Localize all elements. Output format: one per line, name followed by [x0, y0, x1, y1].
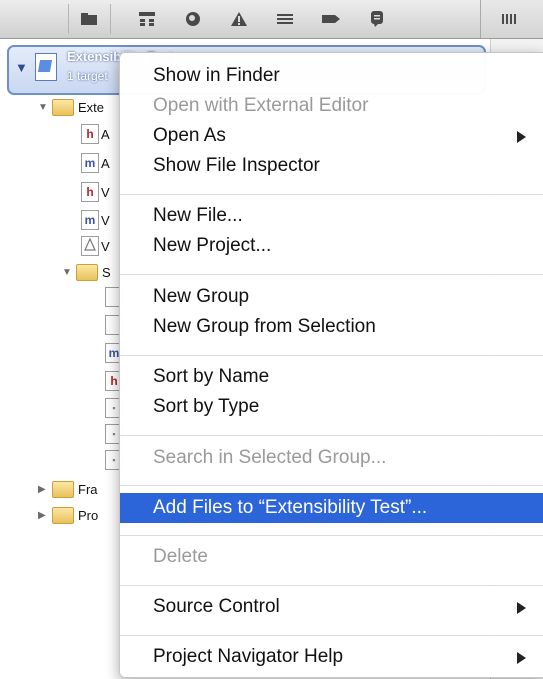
tree-group-row[interactable]: ▼ S: [62, 262, 111, 282]
disclosure-triangle-icon[interactable]: ▶: [38, 484, 52, 495]
menu-separator: [120, 355, 543, 356]
menu-item-label: Open with External Editor: [153, 95, 369, 116]
navigator-toolbar: [0, 0, 543, 39]
disclosure-triangle-icon[interactable]: ▶: [38, 510, 52, 521]
menu-item-label: Search in Selected Group...: [153, 447, 387, 468]
menu-item-label: Delete: [153, 546, 208, 567]
group-label: Fra: [78, 481, 98, 497]
file-label: V: [101, 212, 110, 228]
menu-item-label: Open As: [153, 125, 226, 146]
group-label: Exte: [78, 99, 105, 115]
menu-item-source-control[interactable]: Source Control: [120, 592, 543, 622]
menu-item-label: Show in Finder: [153, 65, 280, 86]
group-label: S: [102, 264, 111, 280]
menu-separator: [120, 535, 543, 536]
menu-item-add-files[interactable]: Add Files to “Extensibility Test”...: [120, 493, 543, 523]
implementation-file-icon[interactable]: m: [81, 210, 99, 230]
submenu-arrow-icon: [517, 131, 526, 143]
grid-icon[interactable]: [499, 9, 521, 29]
menu-separator: [120, 274, 543, 275]
warning-icon[interactable]: [228, 9, 250, 29]
tree-group-row[interactable]: ▼ Exte: [38, 97, 104, 117]
file-label: V: [101, 184, 110, 200]
menu-item-label: New Project...: [153, 235, 272, 256]
context-menu: Show in Finder Open with External Editor…: [119, 52, 543, 678]
menu-item-new-group[interactable]: New Group: [120, 282, 543, 312]
tree-group-row[interactable]: ▶ Fra: [38, 479, 98, 499]
header-file-icon[interactable]: h: [81, 124, 99, 144]
menu-item-label: New Group: [153, 286, 250, 307]
toolbar-divider: [68, 4, 69, 34]
menu-separator: [120, 585, 543, 586]
disclosure-triangle-icon[interactable]: ▼: [62, 267, 76, 278]
project-icon: [35, 53, 57, 81]
menu-item-new-file[interactable]: New File...: [120, 201, 543, 231]
search-icon[interactable]: [182, 9, 204, 29]
menu-item-label: Add Files to “Extensibility Test”...: [153, 497, 428, 518]
menu-item-label: New Group from Selection: [153, 316, 376, 337]
speech-bubble-icon[interactable]: [366, 9, 388, 29]
implementation-file-icon[interactable]: m: [81, 153, 99, 173]
menu-item-label: Source Control: [153, 596, 280, 617]
file-label: A: [101, 155, 110, 171]
list-icon[interactable]: [274, 9, 296, 29]
menu-item-new-project[interactable]: New Project...: [120, 231, 543, 261]
menu-item-sort-by-name[interactable]: Sort by Name: [120, 362, 543, 392]
navigator-selector-bar: [68, 0, 478, 38]
menu-item-show-in-finder[interactable]: Show in Finder: [120, 61, 543, 91]
menu-item-project-navigator-help[interactable]: Project Navigator Help: [120, 642, 543, 672]
menu-item-open-with-external-editor: Open with External Editor: [120, 91, 543, 121]
folder-icon: [52, 506, 74, 524]
menu-item-label: New File...: [153, 205, 243, 226]
menu-separator: [120, 435, 543, 436]
tag-icon[interactable]: [320, 9, 342, 29]
menu-item-label: Sort by Name: [153, 366, 270, 387]
menu-separator: [120, 194, 543, 195]
menu-item-label: Sort by Type: [153, 396, 260, 417]
folder-icon: [52, 98, 74, 116]
tree-group-row[interactable]: ▶ Pro: [38, 505, 98, 525]
project-subtitle: 1 target: [67, 69, 108, 83]
submenu-arrow-icon: [517, 652, 526, 664]
header-file-icon[interactable]: h: [81, 182, 99, 202]
xib-file-icon[interactable]: [81, 236, 99, 256]
menu-item-label: Show File Inspector: [153, 155, 320, 176]
folder-icon[interactable]: [78, 9, 100, 29]
disclosure-triangle-icon[interactable]: ▼: [38, 102, 52, 113]
menu-item-label: Project Navigator Help: [153, 646, 344, 667]
menu-item-show-file-inspector[interactable]: Show File Inspector: [120, 151, 543, 181]
folder-icon: [76, 263, 98, 281]
disclosure-triangle-icon[interactable]: ▼: [15, 60, 28, 75]
hierarchy-icon[interactable]: [136, 9, 158, 29]
toolbar-divider: [110, 4, 111, 34]
menu-separator: [120, 485, 543, 486]
file-label: V: [101, 238, 110, 254]
menu-item-search-in-selected-group: Search in Selected Group...: [120, 443, 543, 473]
menu-item-sort-by-type[interactable]: Sort by Type: [120, 392, 543, 422]
submenu-arrow-icon: [517, 602, 526, 614]
menu-item-delete: Delete: [120, 542, 543, 572]
menu-item-new-group-from-selection[interactable]: New Group from Selection: [120, 312, 543, 342]
file-label: A: [101, 126, 110, 142]
folder-icon: [52, 480, 74, 498]
group-label: Pro: [78, 507, 99, 523]
menu-separator: [120, 635, 543, 636]
menu-item-open-as[interactable]: Open As: [120, 121, 543, 151]
toolbar-right-section: [480, 0, 543, 38]
